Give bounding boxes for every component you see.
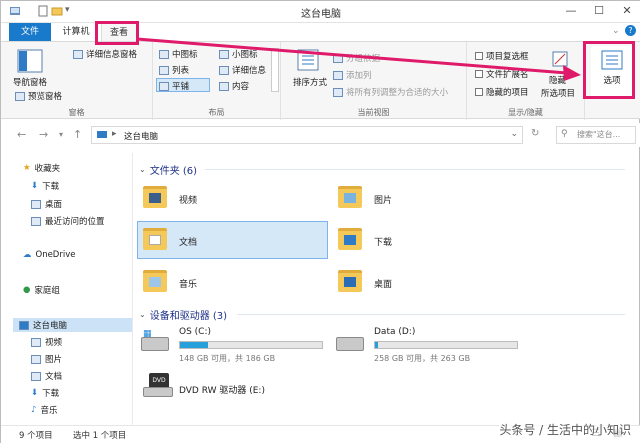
nav-pc-videos[interactable]: 视频 [31,335,62,349]
folder-label: 图片 [374,196,393,206]
nav-pc-pictures[interactable]: 图片 [31,352,62,366]
nav-pc-music[interactable]: ♪ 音乐 [31,403,57,417]
drive-free-space: 258 GB 可用，共 263 GB [374,354,471,363]
pointer-arrow [136,37,581,81]
nav-pc-documents[interactable]: 文档 [31,369,62,383]
music-icon: ♪ [31,405,37,415]
drive-name: DVD RW 驱动器 (E:) [179,386,265,396]
address-bar-row: ← → ▾ ↑ ▸ 这台电脑 ⌄ ↻ 搜索"这台... ⚲ [1,123,640,147]
up-arrow-icon[interactable]: ↑ [73,128,82,141]
nav-this-pc[interactable]: 这台电脑 [13,318,132,332]
desktop-folder-icon [338,270,362,292]
drives-header[interactable]: ⌄ 设备和驱动器 (3) [139,307,227,322]
address-bar[interactable]: ▸ 这台电脑 ⌄ [91,126,523,144]
search-input[interactable]: 搜索"这台... [556,126,636,144]
collapse-chevron-icon: ⌄ [139,165,146,174]
nav-onedrive[interactable]: ☁ OneDrive [23,248,75,262]
hard-drive-icon [336,337,364,351]
homegroup-icon: ● [23,285,31,295]
pictures-folder-icon [338,186,362,208]
section-divider [237,314,625,315]
nav-pc-downloads[interactable]: ⬇ 下载 [31,386,59,400]
folder-label: 下载 [374,238,393,248]
address-dropdown-icon[interactable]: ⌄ [510,129,518,139]
drive-usage-bar [374,341,518,349]
cloud-icon: ☁ [23,250,32,260]
folder-label: 文档 [179,238,198,248]
optical-drive-icon [143,387,173,397]
explorer-window: ▾ 这台电脑 — ☐ ✕ 文件 计算机 查看 ⌄ ? 导航窗格 预览窗格 详细信… [0,0,640,444]
navigation-pane: ★ 收藏夹 ⬇ 下载 桌面 最近访问的位置 ☁ OneDrive ● 家庭组 这台电脑 … [1,153,133,425]
videos-folder-icon [143,186,167,208]
drive-name: Data (D:) [374,327,416,337]
drive-name: OS (C:) [179,327,211,337]
drive-usage-bar [179,341,323,349]
download-icon: ⬇ [31,388,39,398]
folder-label: 桌面 [374,280,393,290]
desktop-icon [31,199,41,209]
nav-fav-recent[interactable]: 最近访问的位置 [31,214,105,228]
recent-dropdown-icon[interactable]: ▾ [59,130,63,139]
item-count: 9 个项目 [19,431,53,441]
nav-favorites[interactable]: ★ 收藏夹 [23,161,60,175]
breadcrumb-this-pc[interactable]: 这台电脑 [124,130,158,142]
downloads-folder-icon [338,228,362,250]
nav-fav-desktop[interactable]: 桌面 [31,197,62,211]
documents-folder-icon [143,228,167,250]
nav-homegroup[interactable]: ● 家庭组 [23,283,60,297]
selected-count: 选中 1 个项目 [73,431,127,441]
breadcrumb-separator-icon: ▸ [112,129,117,139]
pictures-icon [31,354,41,364]
drive-free-space: 148 GB 可用，共 186 GB [179,354,276,363]
content-pane: ⌄文件夹 (6) 视频 图片 文档 下载 音乐 桌面 ⌄设备和驱动器 (3) [135,153,640,425]
windows-logo-icon: ▦ [143,329,152,339]
watermark: 头条号 / 生活中的小知识 [499,421,631,438]
folder-label: 视频 [179,196,198,206]
section-divider [205,169,625,170]
videos-icon [31,337,41,347]
drive-usage-fill [180,342,209,348]
search-icon: ⚲ [561,129,568,139]
download-icon: ⬇ [31,181,39,191]
folders-header[interactable]: ⌄ 文件夹 (6) [139,162,197,177]
music-folder-icon [143,270,167,292]
computer-icon [19,320,29,330]
recent-places-icon [31,216,41,226]
nav-fav-downloads[interactable]: ⬇ 下载 [31,179,59,193]
drive-usage-fill [375,342,378,348]
star-icon: ★ [23,163,31,173]
refresh-icon[interactable]: ↻ [531,128,539,139]
folder-label: 音乐 [179,280,198,290]
collapse-chevron-icon: ⌄ [139,310,146,319]
back-arrow-icon[interactable]: ← [17,128,26,141]
forward-arrow-icon[interactable]: → [39,128,48,141]
documents-icon [31,371,41,381]
hard-drive-icon [141,337,169,351]
computer-icon [97,131,107,138]
